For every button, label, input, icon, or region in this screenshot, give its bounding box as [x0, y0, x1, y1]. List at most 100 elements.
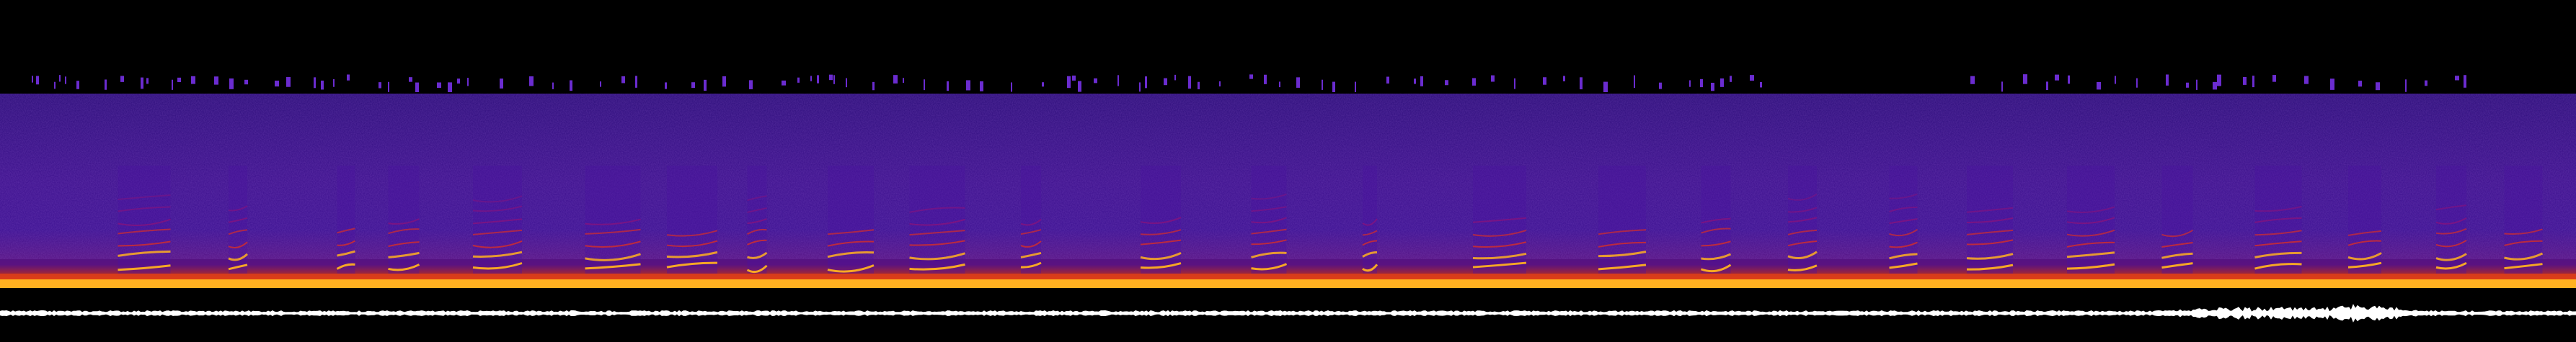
event-mark	[947, 81, 949, 91]
event-mark	[2055, 74, 2059, 81]
event-mark	[1711, 82, 1714, 91]
event-mark	[191, 76, 195, 84]
event-mark	[635, 76, 637, 88]
event-mark	[600, 81, 601, 87]
event-mark	[1472, 78, 1476, 86]
event-mark	[1322, 79, 1323, 90]
event-mark	[244, 79, 248, 85]
event-mark	[1174, 74, 1176, 81]
event-mark	[1219, 81, 1221, 87]
event-mark	[1332, 81, 1335, 92]
event-mark	[1145, 76, 1147, 89]
burst-column	[337, 166, 355, 274]
event-mark	[1264, 74, 1267, 84]
burst-column	[2504, 166, 2543, 274]
event-mark	[1700, 78, 1703, 88]
event-mark	[1067, 76, 1071, 89]
event-mark	[65, 76, 66, 84]
event-mark	[2217, 74, 2221, 86]
event-mark	[1164, 78, 1167, 86]
event-mark	[872, 81, 875, 91]
event-mark	[846, 78, 847, 88]
event-mark	[1011, 82, 1012, 92]
low-frequency-band-glow	[0, 274, 2576, 279]
burst-column	[1598, 166, 1646, 274]
event-mark	[54, 81, 56, 89]
event-mark	[141, 77, 143, 89]
event-mark	[1139, 82, 1141, 92]
event-mark	[1296, 77, 1300, 88]
event-mark	[966, 80, 970, 91]
event-mark	[1249, 74, 1253, 79]
event-mark	[409, 77, 412, 82]
event-mark	[2068, 75, 2070, 84]
event-mark	[379, 82, 381, 89]
event-mark	[797, 77, 800, 83]
event-mark	[2136, 78, 2138, 88]
event-mark	[2196, 79, 2197, 90]
event-mark	[722, 76, 726, 87]
event-mark	[500, 78, 503, 89]
event-mark	[146, 78, 149, 84]
event-marker-strip	[32, 74, 2466, 92]
event-mark	[1386, 76, 1389, 84]
event-mark	[980, 81, 983, 91]
event-mark	[1514, 78, 1515, 89]
event-mark	[749, 80, 753, 89]
event-mark	[2405, 79, 2407, 92]
burst-column	[1363, 166, 1377, 274]
event-mark	[2464, 75, 2466, 88]
event-mark	[1634, 75, 1635, 89]
event-mark	[2252, 76, 2254, 88]
event-mark	[286, 77, 291, 87]
event-mark	[2046, 81, 2048, 91]
waveform-track[interactable]	[0, 302, 2576, 324]
event-mark	[467, 78, 469, 86]
event-mark	[1117, 75, 1119, 86]
event-mark	[448, 82, 452, 92]
event-mark	[314, 77, 316, 89]
event-mark	[1760, 81, 1762, 88]
event-mark	[1072, 75, 1076, 81]
event-mark	[1042, 82, 1044, 87]
event-mark	[1279, 81, 1280, 88]
event-mark	[1491, 75, 1495, 82]
event-mark	[347, 74, 350, 81]
event-mark	[2455, 76, 2459, 81]
event-mark	[229, 78, 234, 89]
event-mark	[1543, 77, 1546, 85]
event-mark	[2272, 75, 2276, 82]
burst-column	[828, 166, 874, 274]
event-mark	[2186, 82, 2189, 88]
event-mark	[388, 81, 389, 92]
burst-column	[118, 166, 171, 274]
event-mark	[1750, 75, 1754, 81]
burst-column	[909, 166, 965, 274]
event-mark	[829, 74, 833, 81]
event-mark	[810, 76, 812, 81]
event-mark	[1094, 78, 1097, 84]
event-mark	[1563, 76, 1565, 81]
event-mark	[32, 76, 33, 83]
event-mark	[105, 79, 107, 90]
event-mark	[1078, 81, 1081, 92]
event-mark	[321, 80, 324, 90]
spectrogram-panel[interactable]	[0, 94, 2576, 288]
event-mark	[893, 75, 898, 84]
burst-column	[2348, 166, 2381, 274]
event-mark	[2001, 81, 2003, 92]
event-mark	[1970, 76, 1975, 84]
event-mark	[2115, 76, 2116, 84]
event-mark	[621, 76, 625, 84]
event-mark	[1198, 81, 1200, 89]
low-frequency-band	[0, 279, 2576, 288]
event-mark	[1659, 82, 1662, 89]
event-mark	[782, 80, 786, 86]
event-mark	[691, 82, 695, 89]
event-mark	[1414, 78, 1416, 84]
event-mark	[415, 82, 419, 92]
event-mark	[924, 79, 925, 91]
event-mark	[1420, 76, 1423, 86]
event-mark	[529, 76, 534, 86]
event-mark	[2213, 81, 2217, 90]
